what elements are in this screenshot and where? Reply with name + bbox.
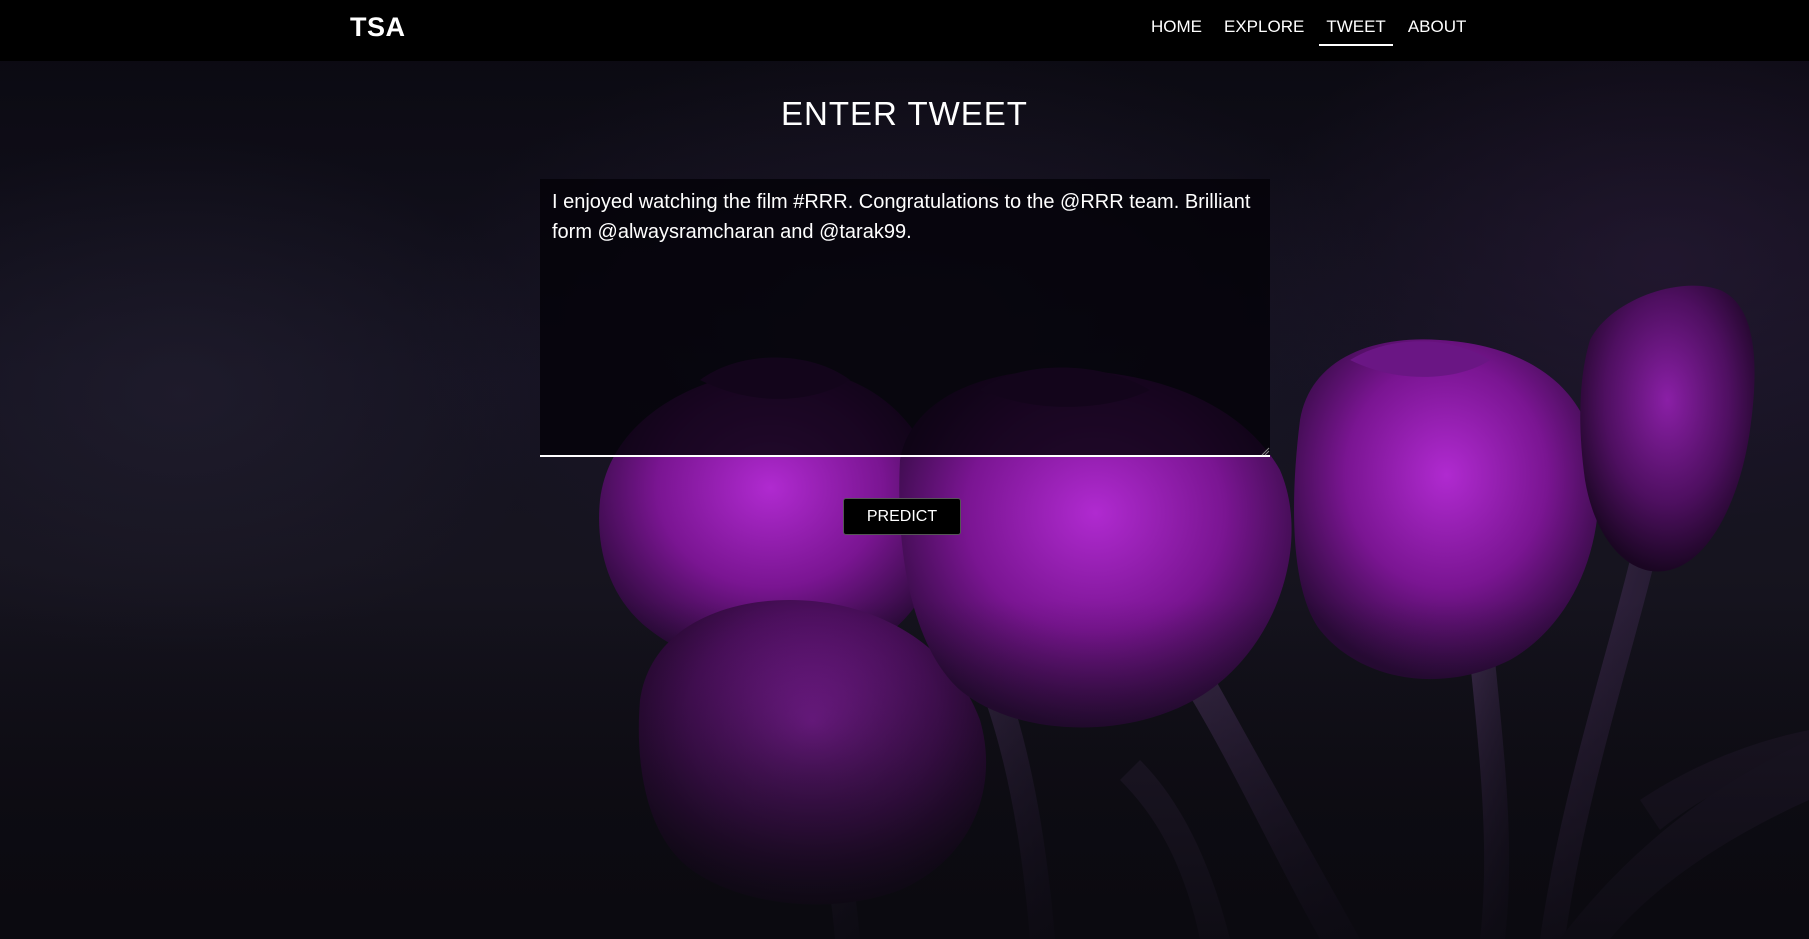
purple-tulips-background-image <box>0 285 1809 939</box>
nav-menu: HOME EXPLORE TWEET ABOUT <box>1144 0 1481 61</box>
predict-button[interactable]: PREDICT <box>843 498 961 535</box>
page-title: ENTER TWEET <box>781 95 1028 132</box>
nav-item-explore[interactable]: EXPLORE <box>1217 0 1311 44</box>
nav-item-home[interactable]: HOME <box>1144 0 1209 44</box>
resize-handle-icon[interactable] <box>1260 446 1270 456</box>
tweet-input[interactable]: I enjoyed watching the film #RRR. Congra… <box>540 179 1270 457</box>
brand-logo[interactable]: TSA <box>350 12 406 43</box>
nav-item-tweet[interactable]: TWEET <box>1319 0 1393 46</box>
navbar: TSA HOME EXPLORE TWEET ABOUT <box>0 0 1809 61</box>
page-background: TSA HOME EXPLORE TWEET ABOUT ENTER TWEET… <box>0 0 1809 939</box>
nav-item-about[interactable]: ABOUT <box>1401 0 1474 44</box>
